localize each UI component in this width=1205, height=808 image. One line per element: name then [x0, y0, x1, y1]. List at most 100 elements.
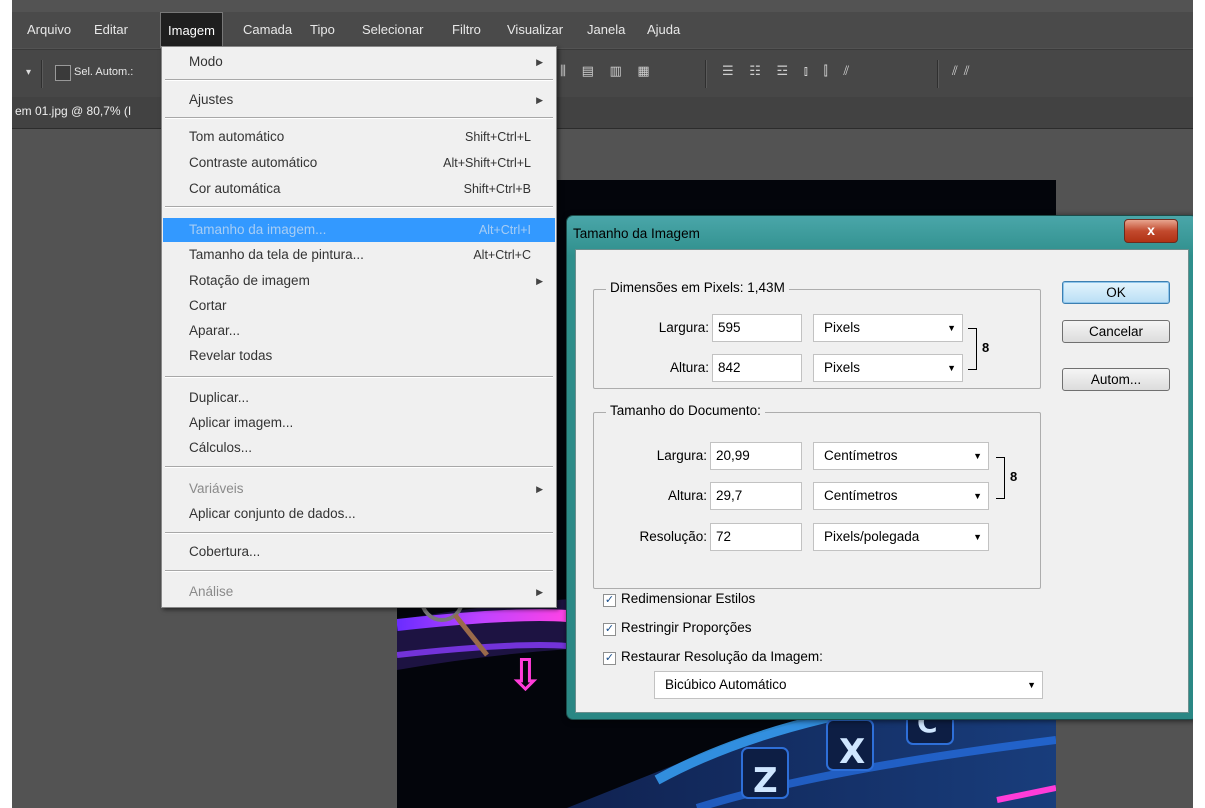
- menu-item-label: Tamanho da imagem...: [189, 222, 327, 237]
- auto-select-label: Sel. Autom.:: [74, 66, 134, 78]
- menu-selecionar[interactable]: Selecionar: [355, 12, 430, 48]
- menu-ajuda[interactable]: Ajuda: [640, 12, 687, 48]
- tool-preset-dropdown-icon[interactable]: ▾: [26, 67, 31, 78]
- menu-item-aplicar-conjunto[interactable]: Aplicar conjunto de dados...: [163, 502, 555, 526]
- constrain-proportions-checkbox[interactable]: ✓: [603, 623, 616, 636]
- resolution-unit-select[interactable]: Pixels/polegada ▼: [813, 523, 989, 551]
- toolbar-divider: [41, 60, 43, 88]
- pixel-width-unit-select[interactable]: Pixels ▼: [813, 314, 963, 342]
- menu-janela[interactable]: Janela: [580, 12, 632, 48]
- menu-imagem[interactable]: Imagem: [160, 12, 223, 48]
- auto-button[interactable]: Autom...: [1062, 368, 1170, 391]
- menu-item-label: Aplicar conjunto de dados...: [189, 506, 356, 521]
- menu-item-duplicar[interactable]: Duplicar...: [163, 386, 555, 410]
- submenu-arrow-icon: ▶: [536, 95, 543, 105]
- pixel-height-unit-select[interactable]: Pixels ▼: [813, 354, 963, 382]
- auto-select-checkbox[interactable]: [55, 65, 71, 81]
- menu-camada[interactable]: Camada: [236, 12, 299, 48]
- menu-item-analise[interactable]: Análise ▶: [163, 580, 555, 604]
- select-value: Centímetros: [824, 448, 898, 463]
- menu-item-tamanho-da-imagem[interactable]: Tamanho da imagem... Alt+Ctrl+I: [163, 218, 555, 242]
- neon-arrow-icon: ⇩: [507, 650, 544, 701]
- menu-filtro[interactable]: Filtro: [445, 12, 488, 48]
- menu-tipo[interactable]: Tipo: [303, 12, 342, 48]
- resample-checkbox[interactable]: ✓: [603, 652, 616, 665]
- menu-item-label: Variáveis: [189, 481, 244, 496]
- ok-button[interactable]: OK: [1062, 281, 1170, 304]
- menu-item-label: Tom automático: [189, 129, 285, 144]
- menu-item-aplicar-imagem[interactable]: Aplicar imagem...: [163, 411, 555, 435]
- page-margin-right: [1193, 0, 1205, 808]
- menu-item-shortcut: Shift+Ctrl+B: [463, 182, 531, 196]
- menu-item-shortcut: Alt+Ctrl+C: [473, 248, 531, 262]
- menu-item-variaveis[interactable]: Variáveis ▶: [163, 477, 555, 501]
- select-value: Bicúbico Automático: [665, 677, 787, 692]
- menu-item-contraste-automatico[interactable]: Contraste automático Alt+Shift+Ctrl+L: [163, 151, 555, 175]
- menu-separator: [165, 532, 553, 534]
- menu-item-label: Análise: [189, 584, 234, 599]
- submenu-arrow-icon: ▶: [536, 484, 543, 494]
- menu-item-label: Tamanho da tela de pintura...: [189, 247, 364, 262]
- chevron-down-icon: ▼: [947, 323, 956, 333]
- menu-item-tom-automatico[interactable]: Tom automático Shift+Ctrl+L: [163, 125, 555, 149]
- pixel-width-input[interactable]: 595: [712, 314, 802, 342]
- menu-item-label: Ajustes: [189, 92, 234, 107]
- doc-width-input[interactable]: 20,99: [710, 442, 802, 470]
- chevron-down-icon: ▼: [1027, 680, 1036, 690]
- menu-item-label: Cobertura...: [189, 544, 261, 559]
- distribute-icons[interactable]: ☰ ☷ ☲ ⫾ ⫿ ⫽: [722, 63, 855, 79]
- select-value: Centímetros: [824, 488, 898, 503]
- menu-item-shortcut: Alt+Ctrl+I: [478, 223, 531, 237]
- menu-item-label: Duplicar...: [189, 390, 250, 405]
- align-icons[interactable]: ⫼ ▤ ▥ ▦: [560, 63, 656, 79]
- select-value: Pixels: [824, 320, 861, 335]
- menu-editar[interactable]: Editar: [87, 12, 135, 48]
- menu-visualizar[interactable]: Visualizar: [500, 12, 570, 48]
- doc-height-input[interactable]: 29,7: [710, 482, 802, 510]
- menu-item-aparar[interactable]: Aparar...: [163, 319, 555, 343]
- resolution-input[interactable]: 72: [710, 523, 802, 551]
- close-icon[interactable]: x: [1124, 219, 1178, 243]
- auto-align-icon[interactable]: ⫽⫽: [952, 63, 976, 79]
- menu-item-tamanho-da-tela[interactable]: Tamanho da tela de pintura... Alt+Ctrl+C: [163, 243, 555, 267]
- constrain-proportions-label: Restringir Proporções: [621, 620, 752, 635]
- image-size-dialog: Tamanho da Imagem x Dimensões em Pixels:…: [566, 215, 1198, 720]
- doc-height-unit-select[interactable]: Centímetros ▼: [813, 482, 989, 510]
- menu-item-rotacao-de-imagem[interactable]: Rotação de imagem ▶: [163, 269, 555, 293]
- menu-item-label: Rotação de imagem: [189, 273, 310, 288]
- document-tab[interactable]: em 01.jpg @ 80,7% (I: [15, 104, 131, 118]
- menu-separator: [165, 570, 553, 572]
- dialog-body: Dimensões em Pixels: 1,43M Largura: 595 …: [575, 249, 1189, 713]
- menu-item-cortar[interactable]: Cortar: [163, 294, 555, 318]
- chevron-down-icon: ▼: [973, 491, 982, 501]
- resolution-label: Resolução:: [639, 529, 707, 544]
- constrain-bracket: [968, 328, 977, 370]
- menu-item-label: Contraste automático: [189, 155, 318, 170]
- pixel-dimensions-group: Dimensões em Pixels: 1,43M Largura: 595 …: [593, 280, 1041, 389]
- doc-width-unit-select[interactable]: Centímetros ▼: [813, 442, 989, 470]
- menu-item-ajustes[interactable]: Ajustes ▶: [163, 88, 555, 112]
- menu-item-cobertura[interactable]: Cobertura...: [163, 540, 555, 564]
- key-x: X: [839, 732, 865, 772]
- menu-item-calculos[interactable]: Cálculos...: [163, 436, 555, 460]
- constrain-bracket: [996, 457, 1005, 499]
- menu-item-modo[interactable]: Modo ▶: [163, 50, 555, 74]
- submenu-arrow-icon: ▶: [536, 587, 543, 597]
- menu-separator: [165, 466, 553, 468]
- menu-item-cor-automatica[interactable]: Cor automática Shift+Ctrl+B: [163, 177, 555, 201]
- image-menu: Modo ▶ Ajustes ▶ Tom automático Shift+Ct…: [161, 46, 557, 608]
- submenu-arrow-icon: ▶: [536, 276, 543, 286]
- menu-arquivo[interactable]: Arquivo: [20, 12, 78, 48]
- pixel-height-input[interactable]: 842: [712, 354, 802, 382]
- menu-item-label: Cálculos...: [189, 440, 253, 455]
- scale-styles-checkbox[interactable]: ✓: [603, 594, 616, 607]
- cancel-button[interactable]: Cancelar: [1062, 320, 1170, 343]
- menu-separator: [165, 206, 553, 208]
- resample-method-select[interactable]: Bicúbico Automático ▼: [654, 671, 1043, 699]
- resample-label: Restaurar Resolução da Imagem:: [621, 649, 823, 664]
- menu-item-label: Revelar todas: [189, 348, 273, 363]
- menu-item-revelar-todas[interactable]: Revelar todas: [163, 344, 555, 368]
- chain-link-icon: 8: [1010, 469, 1018, 484]
- menu-item-label: Cor automática: [189, 181, 281, 196]
- dialog-title: Tamanho da Imagem: [573, 226, 700, 241]
